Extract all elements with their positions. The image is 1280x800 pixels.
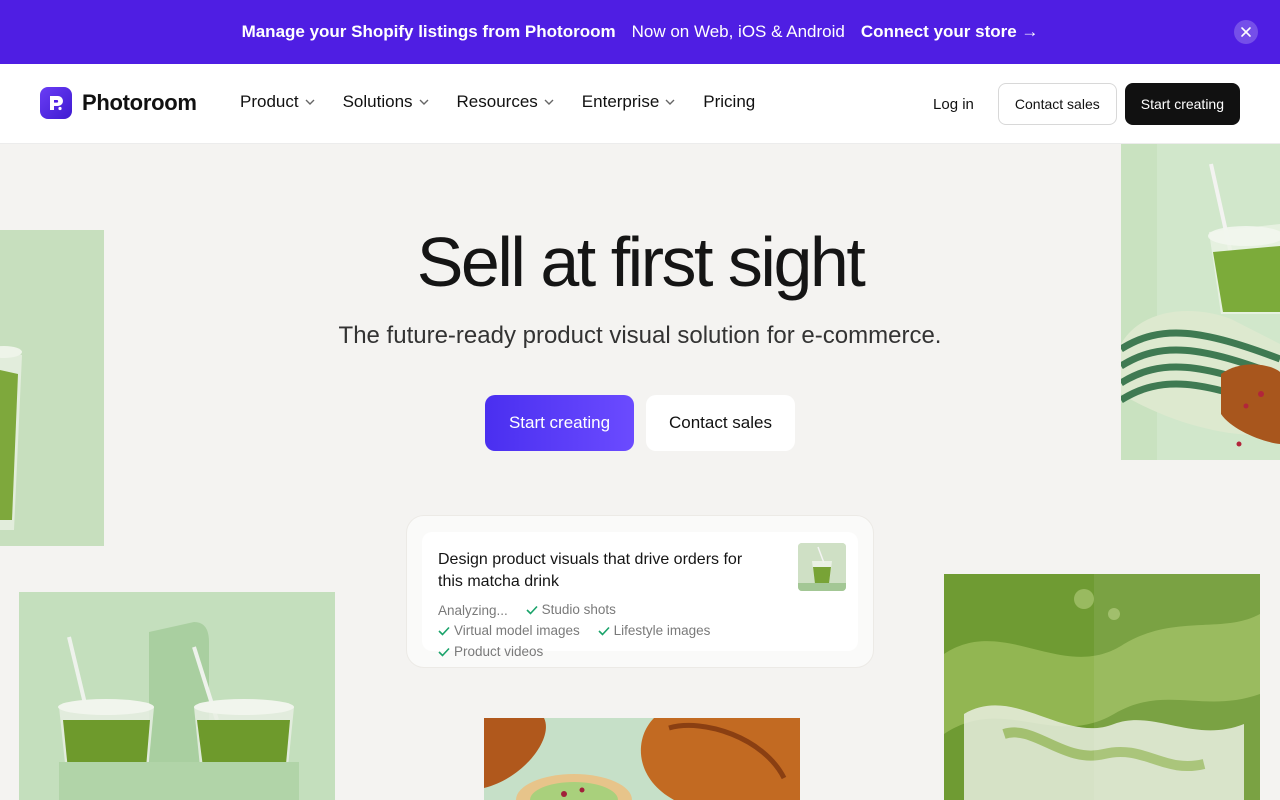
matcha-bag-pastry-image [1121,144,1280,460]
menu-resources-label: Resources [456,92,538,111]
menu-enterprise[interactable]: Enterprise [582,92,675,112]
top-navigation: Photoroom Product Solutions Resources En… [0,64,1280,144]
menu-product-label: Product [240,92,299,111]
prompt-card: Design product visuals that drive orders… [422,532,858,659]
chevron-down-icon [665,99,675,105]
close-banner-button[interactable] [1234,20,1258,44]
banner-platforms: Now on Web, iOS & Android [631,22,845,41]
chevron-down-icon [419,99,429,105]
banner-headline: Manage your Shopify listings from Photor… [241,22,616,41]
brand-name: Photoroom [82,90,197,115]
step-item: Product videos [438,642,543,662]
generation-steps: Analyzing... Studio shots Virtual model … [438,600,788,663]
nav-actions: Log in Contact sales Start creating [933,83,1240,125]
status-label: Analyzing... [438,603,508,618]
photoroom-logo-icon [40,87,72,119]
chevron-down-icon [544,99,554,105]
menu-pricing[interactable]: Pricing [703,92,755,112]
step-item: Lifestyle images [598,621,711,641]
check-icon [598,626,610,636]
prompt-text: Design product visuals that drive orders… [438,551,743,590]
step-item: Virtual model images [438,621,580,641]
step-label: Studio shots [541,602,616,617]
step-label: Virtual model images [454,623,580,638]
matcha-carrier-image [19,592,335,800]
step-label: Product videos [454,644,544,659]
start-creating-button[interactable]: Start creating [485,395,634,451]
hero-title: Sell at first sight [416,223,866,301]
close-icon [1241,27,1251,37]
check-icon [525,605,538,615]
status-analyzing: Analyzing... [438,601,508,621]
main-menu: Product Solutions Resources Enterprise P… [240,92,783,112]
menu-resources[interactable]: Resources [457,92,554,112]
hero-subtitle: The future-ready product visual solution… [338,322,942,349]
check-icon [438,626,450,636]
menu-solutions[interactable]: Solutions [343,92,429,112]
announcement-banner: Manage your Shopify listings from Photor… [0,0,1280,64]
login-link[interactable]: Log in [933,96,974,113]
photoroom-logo[interactable]: Photoroom [40,87,197,119]
step-label: Lifestyle images [613,623,711,638]
hero-contact-sales-button[interactable]: Contact sales [646,395,795,451]
check-icon [438,647,450,657]
step-item: Studio shots [525,600,616,620]
connect-store-link[interactable]: Connect your store → [861,22,1039,42]
menu-pricing-label: Pricing [703,92,756,111]
menu-solutions-label: Solutions [342,92,413,111]
start-creating-nav-button[interactable]: Start creating [1124,83,1240,125]
chevron-down-icon [305,99,315,105]
pastries-image [484,718,800,800]
menu-enterprise-label: Enterprise [581,92,660,111]
contact-sales-button[interactable]: Contact sales [997,83,1117,125]
menu-product[interactable]: Product [240,92,315,112]
matcha-swirl-image [944,574,1260,800]
matcha-thumbnail-image [798,543,846,591]
